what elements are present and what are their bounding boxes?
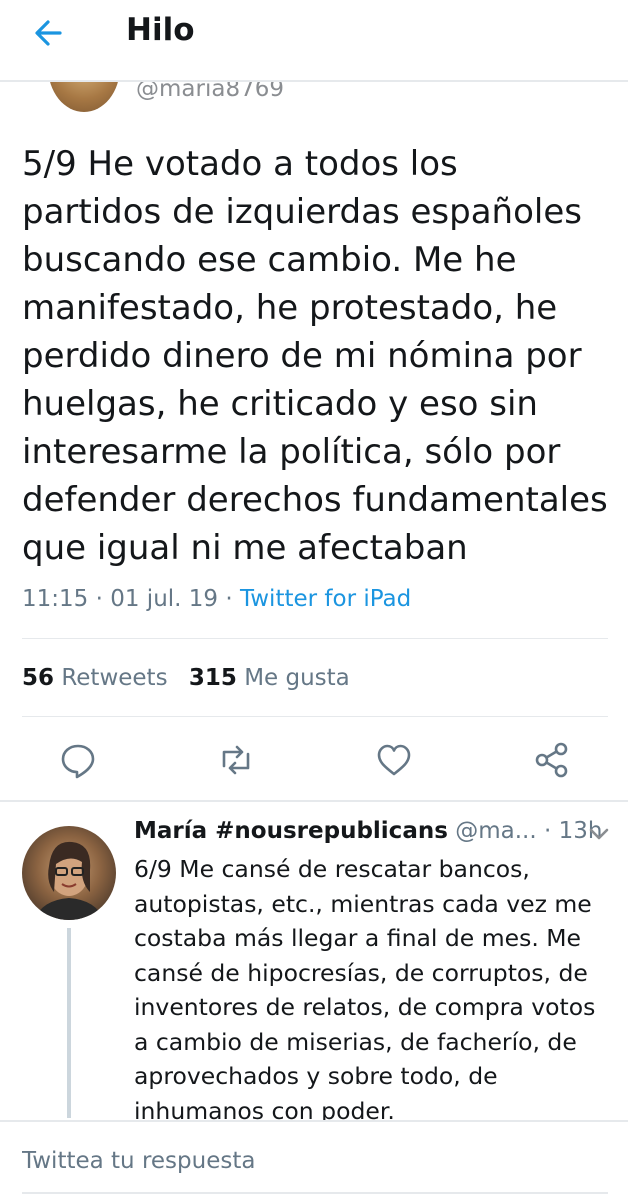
reply-header: María #nousrepublicans @ma... · 13h: [134, 818, 602, 844]
tweet-time: 11:15: [22, 586, 89, 612]
chevron-down-icon[interactable]: [588, 826, 610, 842]
like-icon[interactable]: [374, 740, 414, 780]
retweets-stat[interactable]: 56 Retweets: [22, 665, 168, 691]
divider: [22, 638, 608, 639]
tweet-stats: 56 Retweets 315 Me gusta: [22, 665, 364, 691]
reply-input[interactable]: [22, 1148, 582, 1174]
retweets-label: Retweets: [61, 665, 168, 691]
compose-underline: [22, 1192, 608, 1194]
reply-author-handle[interactable]: @ma...: [455, 818, 536, 844]
compose-bar: [0, 1120, 628, 1202]
retweet-icon[interactable]: [216, 740, 256, 780]
tweet-source-link[interactable]: Twitter for iPad: [240, 586, 411, 612]
tweet-text: 5/9 He votado a todos los partidos de iz…: [22, 144, 608, 568]
reply-text: 6/9 Me cansé de rescatar bancos, autopis…: [134, 855, 596, 1125]
reply-icon[interactable]: [58, 740, 98, 780]
likes-label: Me gusta: [244, 665, 350, 691]
likes-count: 315: [188, 665, 237, 691]
reply-author-name[interactable]: María #nousrepublicans: [134, 818, 448, 844]
tweet-meta: 11:15 · 01 jul. 19 · Twitter for iPad: [22, 586, 411, 612]
likes-stat[interactable]: 315 Me gusta: [189, 665, 350, 691]
thread-line: [67, 928, 71, 1118]
meta-separator: ·: [95, 586, 103, 612]
section-divider: [0, 800, 628, 802]
tweet-date: 01 jul. 19: [110, 586, 219, 612]
reply-separator: ·: [543, 818, 552, 844]
share-icon[interactable]: [532, 740, 572, 780]
page-title: Hilo: [126, 12, 195, 48]
reply-avatar[interactable]: [22, 826, 116, 920]
divider: [22, 716, 608, 717]
meta-separator: ·: [225, 586, 233, 612]
retweets-count: 56: [22, 665, 55, 691]
back-arrow-icon[interactable]: [30, 14, 68, 52]
top-bar: Hilo: [0, 0, 628, 82]
